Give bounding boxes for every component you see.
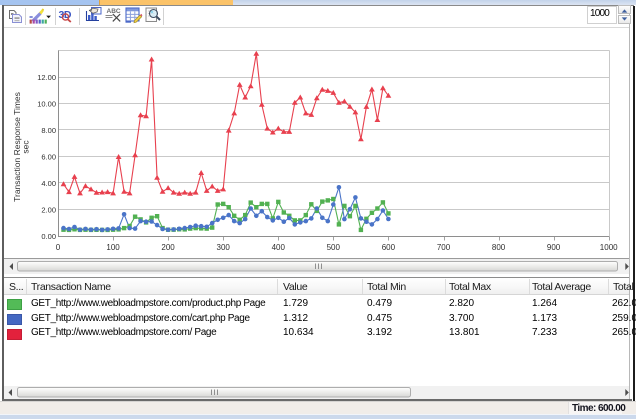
svg-text:100: 100 [106, 243, 120, 252]
svg-text:400: 400 [272, 243, 286, 252]
svg-text:600: 600 [382, 243, 396, 252]
svg-text:12.00: 12.00 [37, 73, 56, 82]
svg-text:1000: 1000 [600, 243, 618, 252]
svg-text:2.00: 2.00 [41, 205, 56, 214]
svg-text:800: 800 [492, 243, 506, 252]
svg-text:900: 900 [547, 243, 561, 252]
svg-text:6.00: 6.00 [41, 153, 56, 162]
svg-text:0.00: 0.00 [41, 232, 56, 241]
svg-text:700: 700 [437, 243, 451, 252]
svg-text:10.00: 10.00 [37, 100, 56, 109]
svg-text:500: 500 [327, 243, 341, 252]
svg-text:0: 0 [56, 243, 61, 252]
svg-text:4.00: 4.00 [41, 179, 56, 188]
svg-text:200: 200 [161, 243, 175, 252]
svg-text:8.00: 8.00 [41, 126, 56, 135]
svg-text:sec: sec [21, 140, 31, 154]
svg-text:300: 300 [217, 243, 231, 252]
